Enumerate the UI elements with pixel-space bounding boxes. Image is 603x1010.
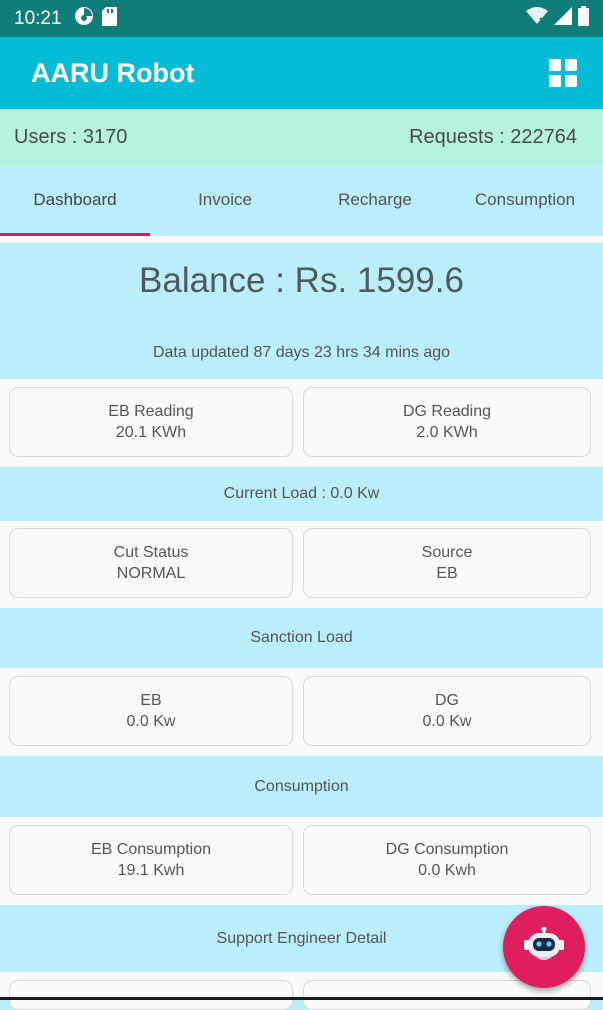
consumption-heading: Consumption xyxy=(254,777,349,795)
balance-text: Balance : Rs. 1599.6 xyxy=(139,261,464,300)
tab-dashboard[interactable]: Dashboard xyxy=(0,166,150,236)
support-card-left xyxy=(9,980,293,1010)
tab-invoice[interactable]: Invoice xyxy=(150,166,300,236)
current-load-text: Current Load : 0.0 Kw xyxy=(223,485,380,502)
dg-sanction-card: DG 0.0 Kw xyxy=(303,676,591,746)
data-updated-text: Data updated 87 days 23 hrs 34 mins ago xyxy=(152,344,451,361)
current-load-band: Current Load : 0.0 Kw xyxy=(0,467,603,521)
tab-consumption[interactable]: Consumption xyxy=(450,166,600,236)
card-value: 0.0 Kw xyxy=(422,713,472,730)
card-value: 0.0 Kw xyxy=(126,713,176,730)
sd-card-icon xyxy=(101,6,117,31)
robot-icon xyxy=(524,926,564,968)
card-title: EB xyxy=(140,692,162,709)
card-title: DG xyxy=(435,692,459,709)
tab-recharge[interactable]: Recharge xyxy=(300,166,450,236)
signal-icon xyxy=(554,7,572,30)
battery-icon xyxy=(578,6,589,31)
card-value: 0.0 Kwh xyxy=(418,862,476,879)
eb-consumption-card: EB Consumption 19.1 Kwh xyxy=(9,825,293,895)
sanction-load-band: Sanction Load xyxy=(0,608,603,668)
chatbot-fab-button[interactable] xyxy=(503,906,585,988)
divider xyxy=(0,236,603,243)
source-card: Source EB xyxy=(303,528,591,598)
dg-consumption-card: DG Consumption 0.0 Kwh xyxy=(303,825,591,895)
vpn-key-icon xyxy=(74,6,94,31)
sanction-row: EB 0.0 Kw DG 0.0 Kw xyxy=(0,668,603,756)
card-value: 2.0 KWh xyxy=(416,424,478,441)
eb-reading-card: EB Reading 20.1 KWh xyxy=(9,387,293,457)
consumption-band: Consumption xyxy=(0,756,603,817)
readings-row: EB Reading 20.1 KWh DG Reading 2.0 KWh xyxy=(0,379,603,467)
balance-panel: Balance : Rs. 1599.6 Data updated 87 day… xyxy=(0,243,603,379)
app-title: AARU Robot xyxy=(31,57,195,88)
consumption-row: EB Consumption 19.1 Kwh DG Consumption 0… xyxy=(0,817,603,905)
card-title: Cut Status xyxy=(113,544,189,561)
card-title: DG Reading xyxy=(402,403,492,420)
status-row: Cut Status NORMAL Source EB xyxy=(0,521,603,609)
support-row xyxy=(0,972,603,1010)
requests-count: Requests : 222764 xyxy=(409,126,577,148)
dg-reading-card: DG Reading 2.0 KWh xyxy=(303,387,591,457)
eb-sanction-card: EB 0.0 Kw xyxy=(9,676,293,746)
card-value: 19.1 Kwh xyxy=(117,862,185,879)
cut-status-card: Cut Status NORMAL xyxy=(9,528,293,598)
app-bar: AARU Robot xyxy=(0,37,603,109)
sanction-load-heading: Sanction Load xyxy=(250,629,353,646)
support-engineer-heading: Support Engineer Detail xyxy=(216,929,387,947)
card-title: EB Consumption xyxy=(90,841,212,858)
card-value: EB xyxy=(436,565,458,582)
stats-bar: Users : 3170 Requests : 222764 xyxy=(0,109,603,166)
status-bar: 10:21 xyxy=(0,0,603,37)
card-title: DG Consumption xyxy=(385,841,509,858)
tab-bar: Dashboard Invoice Recharge Consumption xyxy=(0,166,603,236)
card-title: EB Reading xyxy=(108,403,194,420)
card-value: 20.1 KWh xyxy=(115,424,187,441)
status-time: 10:21 xyxy=(14,7,62,29)
wifi-icon xyxy=(526,7,548,30)
card-value: NORMAL xyxy=(116,565,186,582)
users-count: Users : 3170 xyxy=(14,126,128,148)
card-title: Source xyxy=(421,544,473,561)
grid-icon[interactable] xyxy=(549,59,577,87)
